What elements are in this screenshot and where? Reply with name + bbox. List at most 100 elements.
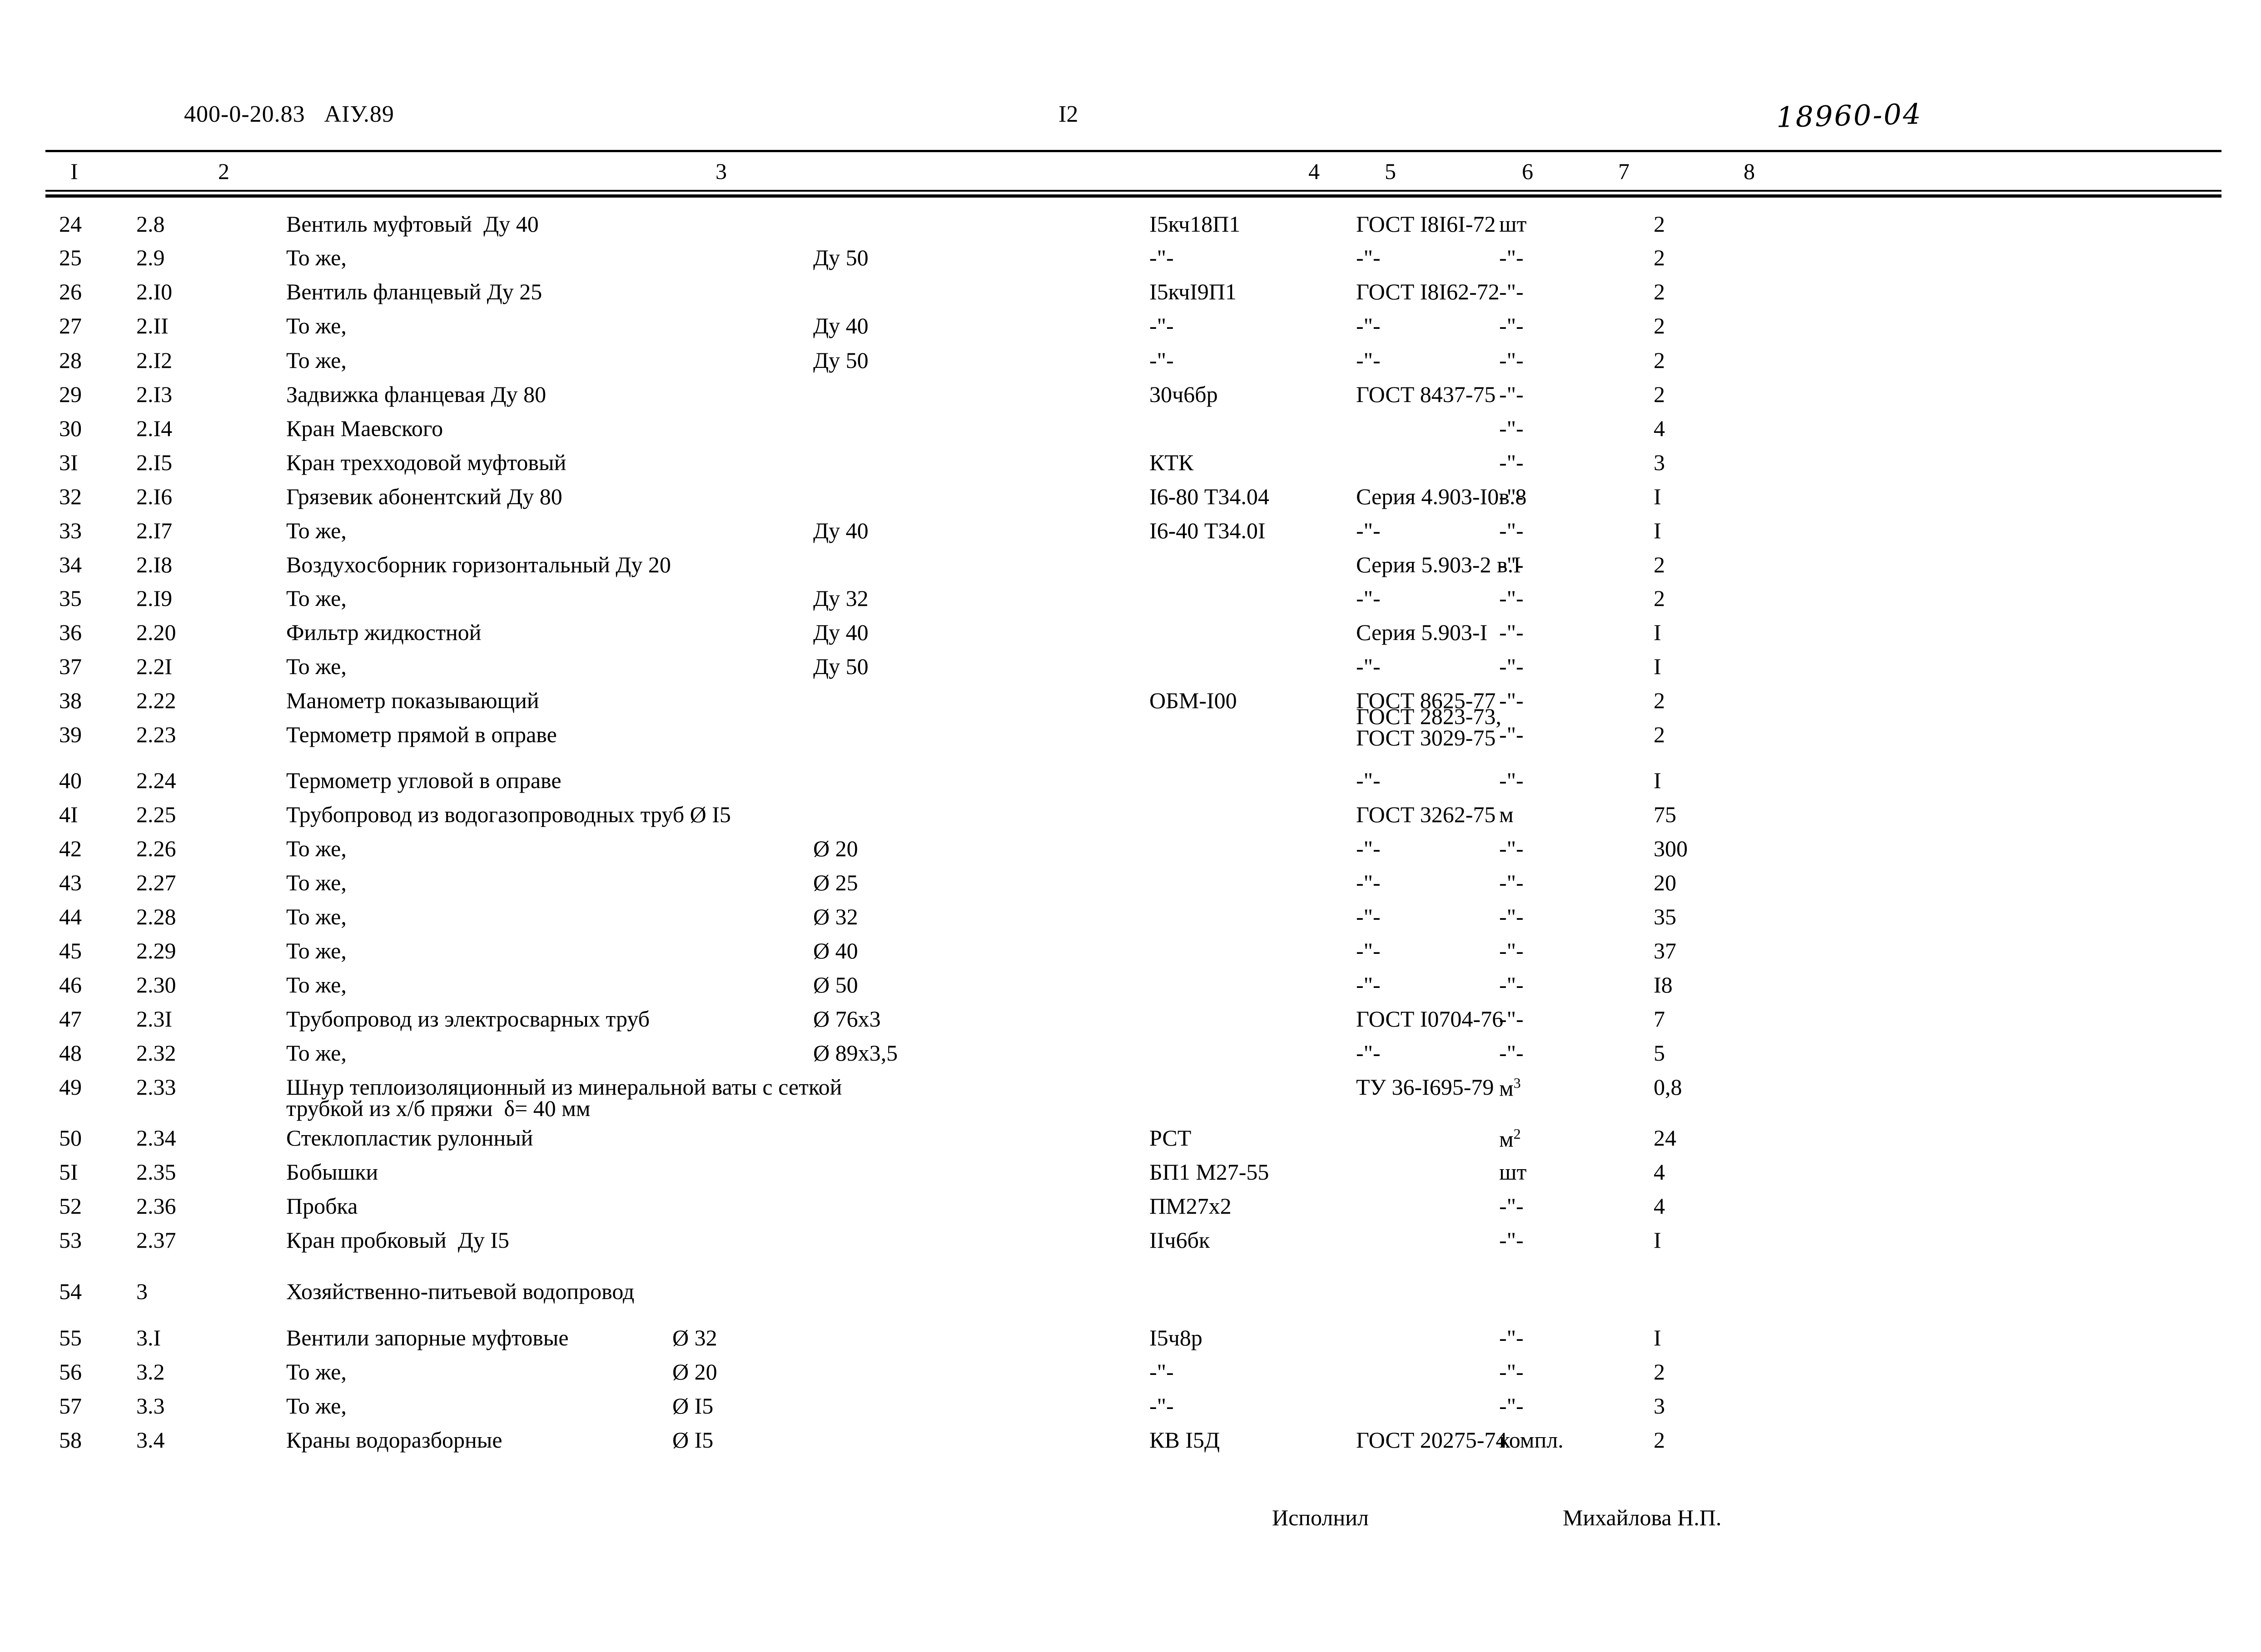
item-quantity-cell: 35 (1654, 904, 1676, 929)
item-mark-cell: РСТ (1149, 1125, 1192, 1151)
position-number-cell: 2.29 (136, 938, 176, 963)
position-number-cell: 3.4 (136, 1427, 165, 1453)
document-code: 400-0-20.83 АIУ.89 (184, 101, 394, 127)
item-unit-cell: -"- (1499, 688, 1524, 713)
row-number-cell: 40 (59, 768, 82, 793)
position-number-cell: 3.3 (136, 1393, 165, 1419)
position-number-cell: 2.I6 (136, 484, 173, 509)
position-number-cell: 2.I2 (136, 347, 173, 373)
item-quantity-cell: 24 (1654, 1125, 1676, 1151)
row-number-cell: 53 (59, 1227, 82, 1253)
item-mark-cell: I6-80 Т34.04 (1149, 484, 1269, 509)
item-quantity-cell: I (1654, 1227, 1661, 1253)
item-name-cell: Стеклопластик рулонный (286, 1125, 533, 1151)
item-quantity-cell: 2 (1654, 211, 1665, 237)
item-unit-cell: -"- (1499, 938, 1524, 963)
position-number-cell: 2.I5 (136, 450, 173, 475)
row-number-cell: 5I (59, 1159, 78, 1185)
item-standard-cell: ГОСТ 2823-73, ГОСТ 3029-75 (1356, 704, 1501, 750)
item-unit-cell: м2 (1499, 1126, 1521, 1152)
item-quantity-cell: 2 (1654, 347, 1665, 373)
item-mark-cell: -"- (1149, 1359, 1174, 1384)
item-name-cell: Кран пробковый Ду I5 (286, 1227, 509, 1253)
row-number-cell: 28 (59, 347, 82, 373)
row-number-cell: 26 (59, 279, 82, 304)
item-quantity-cell: I8 (1654, 972, 1673, 997)
item-quantity-cell: 2 (1654, 552, 1665, 577)
item-unit-cell: -"- (1499, 484, 1524, 509)
item-unit-cell: -"- (1499, 1359, 1524, 1384)
item-unit-cell: -"- (1499, 654, 1524, 679)
position-number-cell: 2.36 (136, 1193, 176, 1219)
row-number-cell: 32 (59, 484, 82, 509)
position-number-cell: 2.37 (136, 1227, 176, 1253)
item-mark-cell: I5кч18П1 (1149, 211, 1241, 237)
document-page: 400-0-20.83 АIУ.89 I2 18960-04 I2345678 … (0, 0, 2261, 1652)
item-size-cell: Ø 32 (813, 904, 858, 929)
item-quantity-cell: 2 (1654, 585, 1665, 611)
position-number-cell: 2.35 (136, 1159, 176, 1185)
table-header-rule-thin (45, 190, 2221, 192)
item-name-cell: Кран трехходовой муфтовый (286, 450, 566, 475)
row-number-cell: 42 (59, 836, 82, 861)
item-size-cell: Ду 32 (813, 585, 869, 611)
position-number-cell: 2.8 (136, 211, 165, 237)
page-number: I2 (1058, 101, 1078, 127)
column-header-3: 3 (716, 159, 727, 184)
item-name-cell: То же, (286, 245, 347, 270)
item-quantity-cell: 0,8 (1654, 1074, 1682, 1100)
item-standard-cell: -"- (1356, 347, 1381, 373)
item-name-cell: Вентиль муфтовый Ду 40 (286, 211, 539, 237)
item-standard-cell: -"- (1356, 518, 1381, 543)
position-number-cell: 2.I0 (136, 279, 173, 304)
item-mark-cell: 30ч6бр (1149, 382, 1218, 407)
item-quantity-cell: 300 (1654, 836, 1688, 861)
position-number-cell: 2.27 (136, 870, 176, 895)
row-number-cell: 50 (59, 1125, 82, 1151)
column-header-4: 4 (1308, 159, 1320, 184)
table-top-rule (45, 150, 2221, 152)
item-mark-cell: I5кчI9П1 (1149, 279, 1237, 304)
position-number-cell: 2.22 (136, 688, 176, 713)
item-mark-cell: -"- (1149, 313, 1174, 338)
item-quantity-cell: 2 (1654, 688, 1665, 713)
item-name-cell: Трубопровод из электросварных труб (286, 1006, 650, 1032)
item-unit-cell: -"- (1499, 1325, 1524, 1350)
position-number-cell: 2.I8 (136, 552, 173, 577)
item-unit-cell: -"- (1499, 722, 1524, 747)
row-number-cell: 58 (59, 1427, 82, 1453)
item-unit-cell: -"- (1499, 450, 1524, 475)
row-number-cell: 34 (59, 552, 82, 577)
item-quantity-cell: 2 (1654, 245, 1665, 270)
row-number-cell: 49 (59, 1074, 82, 1100)
position-number-cell: 2.3I (136, 1006, 173, 1032)
column-header-7: 7 (1618, 159, 1630, 184)
row-number-cell: 39 (59, 722, 82, 747)
item-mark-cell: ОБМ-I00 (1149, 688, 1237, 713)
position-number-cell: 2.30 (136, 972, 176, 997)
item-unit-cell: м (1499, 802, 1514, 827)
row-number-cell: 36 (59, 620, 82, 645)
item-name-cell: Пробка (286, 1193, 358, 1219)
item-mark-cell: I5ч8р (1149, 1325, 1203, 1350)
unit-exponent: 3 (1513, 1075, 1521, 1091)
position-number-cell: 3.I (136, 1325, 161, 1350)
item-standard-cell: -"- (1356, 245, 1381, 270)
item-unit-cell: -"- (1499, 904, 1524, 929)
item-size-cell: Ду 50 (813, 654, 869, 679)
row-number-cell: 48 (59, 1040, 82, 1066)
row-number-cell: 29 (59, 382, 82, 407)
item-unit-cell: шт (1499, 1159, 1527, 1185)
item-standard-cell: ГОСТ 8437-75 (1356, 382, 1496, 407)
item-quantity-cell: I (1654, 484, 1661, 509)
item-unit-cell: -"- (1499, 1006, 1524, 1032)
column-header-1: I (70, 159, 78, 184)
item-unit-cell: -"- (1499, 518, 1524, 543)
item-mark-cell: КВ I5Д (1149, 1427, 1220, 1453)
executed-by-name: Михайлова Н.П. (1563, 1505, 1722, 1530)
item-unit-cell: -"- (1499, 245, 1524, 270)
item-size-cell: Ø 20 (813, 836, 858, 861)
item-mark-cell: КТК (1149, 450, 1194, 475)
row-number-cell: 24 (59, 211, 82, 237)
item-standard-cell: -"- (1356, 313, 1381, 338)
